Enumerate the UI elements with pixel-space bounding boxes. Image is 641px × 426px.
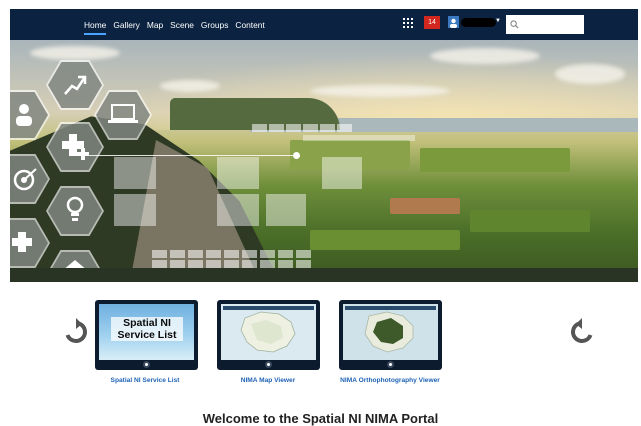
top-nav-bar: Home Gallery Map Scene Groups Content 14… [10,9,638,40]
nav-map[interactable]: Map [147,11,163,39]
search-icon [510,20,519,29]
notification-badge[interactable]: 14 [424,16,440,29]
card-caption[interactable]: NIMA Orthophotography Viewer [330,377,450,385]
rotate-right-icon[interactable] [568,318,596,346]
nav-groups[interactable]: Groups [201,11,228,39]
card-caption[interactable]: NIMA Map Viewer [208,377,328,385]
gallery-card-ortho-viewer[interactable] [339,300,442,370]
cloud [30,46,120,60]
overlay-square [266,194,306,226]
medical-plus-icon [62,134,89,160]
cloud [555,64,625,84]
lightbulb-icon [66,196,84,221]
welcome-heading: Welcome to the Spatial NI NIMA Portal [202,411,439,426]
thumbnail-dot-icon [265,361,272,368]
overlay-square [217,194,259,226]
apps-grid-icon[interactable] [403,18,414,30]
overlay-square [114,157,156,189]
thumbnail-dot-icon [387,361,394,368]
nav-content[interactable]: Content [235,11,264,39]
cloud [310,85,450,97]
nav-links: Home Gallery Map Scene Groups Content [84,9,272,40]
laptop-icon [108,104,138,123]
thumbnail-dot-icon [143,361,150,368]
target-icon [13,168,37,191]
field [390,198,460,214]
overlay-square [322,157,362,189]
field [470,210,590,232]
person-icon [16,104,32,126]
card-thumbnail [221,304,316,360]
cloud [430,48,540,64]
user-name[interactable] [461,18,496,27]
field [310,230,460,250]
map-thumbnail-image [221,304,316,360]
user-avatar-icon[interactable] [448,16,459,28]
field [420,148,570,172]
cloud [160,80,220,92]
gallery-card-service-list[interactable]: Spatial NI Service List [95,300,198,370]
hero-banner [10,40,638,282]
overlay-dot [293,152,300,159]
overlay-square [217,157,259,189]
hero-bottom-band [10,268,638,282]
rotate-left-icon[interactable] [62,318,90,346]
nav-home[interactable]: Home [84,11,107,39]
overlay-square [114,194,156,226]
card-caption[interactable]: Spatial NI Service List [85,377,205,385]
medical-plus-icon [12,232,32,252]
chart-growth-icon [64,75,87,95]
chevron-down-icon[interactable]: ▼ [495,18,501,24]
card-thumbnail [343,304,438,360]
thumbnail-title: Spatial NI Service List [111,317,183,341]
card-thumbnail: Spatial NI Service List [99,304,194,360]
overlay-line [70,155,298,156]
nav-scene[interactable]: Scene [170,11,194,39]
ortho-thumbnail-image [343,304,438,360]
nav-gallery[interactable]: Gallery [113,11,140,39]
gallery-card-map-viewer[interactable] [217,300,320,370]
